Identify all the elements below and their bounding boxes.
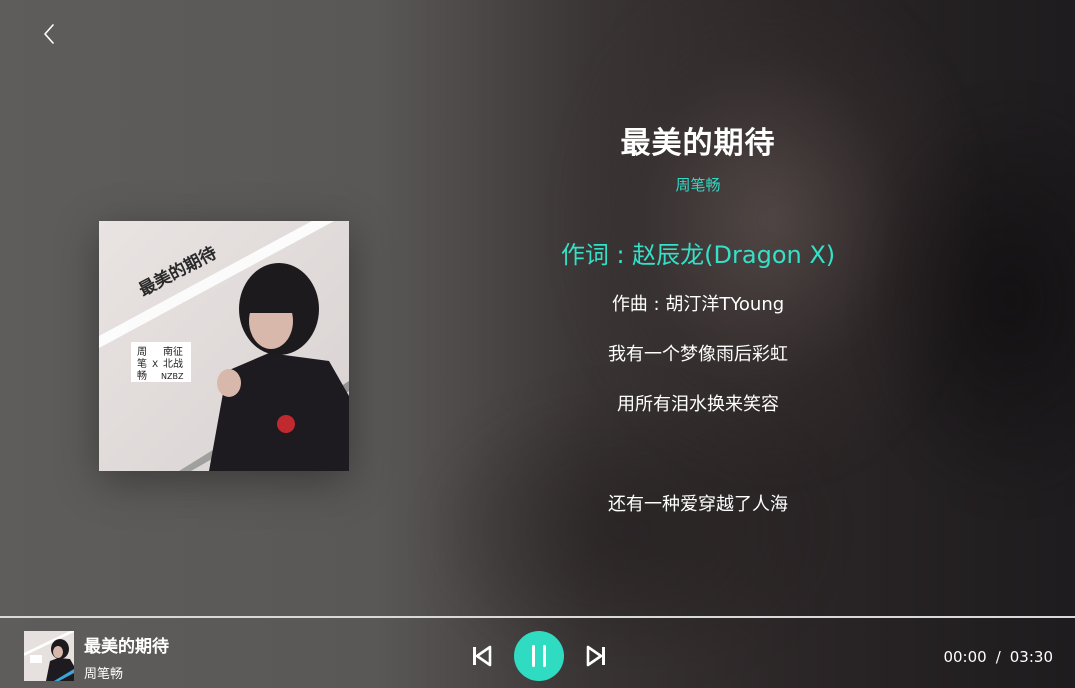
play-pause-button[interactable] <box>514 631 564 681</box>
skip-next-icon <box>586 645 605 667</box>
cover-text-x: X <box>152 360 158 370</box>
song-artist: 周笔畅 <box>675 176 721 194</box>
time-display: 00:00 / 03:30 <box>943 648 1053 666</box>
time-separator: / <box>995 648 1001 666</box>
lyric-line[interactable]: 用所有泪水换来笑容 <box>500 380 896 430</box>
back-button[interactable] <box>36 20 62 48</box>
current-time: 00:00 <box>943 648 987 666</box>
lyric-line[interactable]: 还有一种爱穿越了人海 <box>500 480 896 530</box>
chevron-left-icon <box>44 24 54 44</box>
cover-text-left-1: 笔 <box>137 357 147 370</box>
music-player-page: 最美的期待 周 笔 畅 X 南征 北战 NZBZ 最美的期待 周笔畅 作词 : … <box>0 0 1075 688</box>
total-time: 03:30 <box>1009 648 1053 666</box>
player-bar: 最美的期待 周笔畅 00:00 / 03:30 <box>0 618 1075 688</box>
pause-icon <box>532 645 546 667</box>
player-song-artist: 周笔畅 <box>84 667 124 682</box>
album-cover: 最美的期待 周 笔 畅 X 南征 北战 NZBZ <box>99 221 349 471</box>
skip-previous-icon <box>473 645 492 667</box>
cover-text-left-0: 周 <box>137 346 147 358</box>
cover-text-right-1: 北战 <box>163 358 183 370</box>
lyrics-list: 作词 : 赵辰龙(Dragon X) 作曲 : 胡汀洋TYoung 我有一个梦像雨后… <box>500 230 896 530</box>
cover-text-nzbz: NZBZ <box>161 372 184 381</box>
lyric-line[interactable] <box>500 430 896 480</box>
lyric-line[interactable]: 我有一个梦像雨后彩虹 <box>500 330 896 380</box>
song-title: 最美的期待 <box>620 126 776 161</box>
mini-album-cover[interactable] <box>24 631 74 681</box>
lyric-line[interactable]: 作词 : 赵辰龙(Dragon X) <box>500 230 896 280</box>
cover-text-right-0: 南征 <box>163 345 183 358</box>
cover-text-left-2: 畅 <box>137 369 147 382</box>
next-button[interactable] <box>584 642 610 670</box>
previous-button[interactable] <box>468 642 494 670</box>
lyric-line[interactable]: 作曲 : 胡汀洋TYoung <box>500 280 896 330</box>
player-song-title: 最美的期待 <box>84 637 169 657</box>
